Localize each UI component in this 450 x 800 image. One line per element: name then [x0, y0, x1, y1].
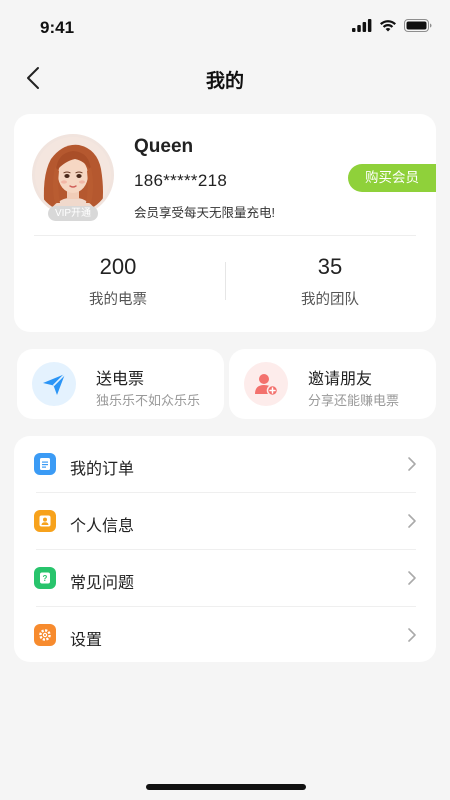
- menu-label: 常见问题: [70, 575, 135, 592]
- buy-membership-button[interactable]: 购买会员: [348, 164, 436, 192]
- stat-tickets[interactable]: 200 我的电票: [28, 254, 208, 309]
- question-icon: ?: [34, 567, 56, 589]
- avatar-illustration: [35, 137, 111, 213]
- home-indicator: [146, 784, 306, 790]
- menu-item-orders[interactable]: 我的订单: [14, 436, 436, 492]
- menu-label: 个人信息: [70, 518, 135, 535]
- document-icon: [34, 453, 56, 475]
- status-icons: [352, 19, 432, 32]
- send-tickets-card[interactable]: 送电票 独乐乐不如众乐乐: [17, 349, 224, 419]
- svg-text:?: ?: [43, 574, 48, 583]
- stat-value: 35: [317, 254, 343, 279]
- status-time: 9:41: [40, 18, 75, 37]
- profile-card: VIP开通 Queen 186*****218 会员享受每天无限量充电! 购买会…: [14, 114, 436, 332]
- action-subtitle: 分享还能赚电票: [308, 393, 400, 408]
- menu-label: 我的订单: [70, 461, 135, 478]
- avatar-wrap: VIP开通: [32, 134, 116, 221]
- user-name: Queen: [134, 136, 194, 157]
- chevron-right-icon: [408, 628, 416, 642]
- menu-label: 设置: [70, 632, 103, 649]
- stat-team[interactable]: 35 我的团队: [240, 254, 420, 309]
- nav-bar: 我的: [0, 56, 450, 100]
- chevron-right-icon: [408, 457, 416, 471]
- cellular-signal-icon: [352, 19, 372, 32]
- battery-icon: [404, 19, 432, 32]
- menu-item-personal-info[interactable]: 个人信息: [14, 493, 436, 549]
- stat-value: 200: [99, 254, 137, 279]
- page-title: 我的: [205, 71, 244, 92]
- status-bar: 9:41: [0, 0, 450, 56]
- menu-item-settings[interactable]: 设置: [14, 607, 436, 663]
- user-phone: 186*****218: [134, 171, 228, 190]
- gear-icon: [34, 624, 56, 646]
- action-title: 邀请朋友: [308, 371, 373, 388]
- paper-plane-icon: [43, 373, 66, 395]
- action-subtitle: 独乐乐不如众乐乐: [96, 393, 201, 408]
- add-user-icon: [255, 374, 279, 397]
- avatar[interactable]: [32, 134, 114, 216]
- divider: [34, 235, 416, 236]
- wifi-icon: [380, 20, 396, 32]
- stat-label: 我的团队: [301, 292, 359, 308]
- membership-description: 会员享受每天无限量充电!: [134, 206, 275, 220]
- invite-friends-card[interactable]: 邀请朋友 分享还能赚电票: [229, 349, 436, 419]
- action-title: 送电票: [96, 371, 145, 388]
- chevron-right-icon: [408, 571, 416, 585]
- divider: [225, 262, 226, 300]
- stat-label: 我的电票: [89, 292, 147, 308]
- chevron-right-icon: [408, 514, 416, 528]
- menu-list: 我的订单 个人信息 ? 常见问题 设置: [14, 436, 436, 662]
- menu-item-faq[interactable]: ? 常见问题: [14, 550, 436, 606]
- person-icon: [34, 510, 56, 532]
- vip-tag[interactable]: VIP开通: [48, 206, 98, 221]
- paper-plane-icon-wrap: [32, 362, 76, 406]
- add-user-icon-wrap: [244, 362, 288, 406]
